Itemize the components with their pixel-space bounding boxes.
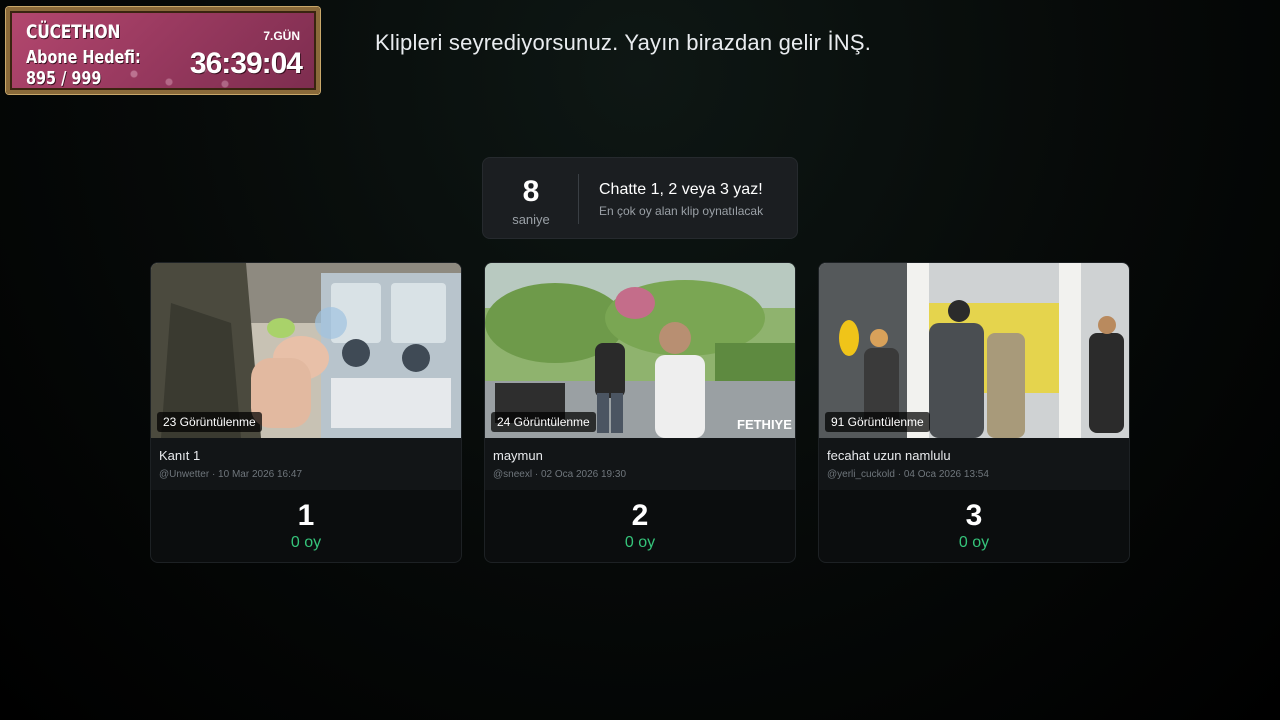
vote-number: 1 xyxy=(297,499,315,532)
divider xyxy=(578,174,579,224)
countdown-seconds: 8 xyxy=(522,175,540,208)
clip-card-3[interactable]: 91 Görüntülenme fecahat uzun namlulu @ye… xyxy=(818,262,1130,563)
vote-count: 0 oy xyxy=(290,534,322,551)
day-counter: 7.GÜN xyxy=(263,29,300,43)
vote-count: 0 oy xyxy=(958,534,990,551)
svg-text:FETHIYE: FETHIYE xyxy=(737,417,792,432)
subathon-widget: CÜCETHON Abone Hedefi: 895 / 999 7.GÜN 3… xyxy=(6,7,320,94)
vote-countdown-panel: 8 saniye Chatte 1, 2 veya 3 yaz! En çok … xyxy=(482,157,798,239)
clip-meta: maymun @sneexl · 02 Oca 2026 19:30 xyxy=(485,438,795,490)
subscriber-goal-label: Abone Hedefi: xyxy=(26,47,141,68)
clip-meta: Kanıt 1 @Unwetter · 10 Mar 2026 16:47 xyxy=(151,438,461,490)
view-count-badge: 91 Görüntülenme xyxy=(825,412,930,432)
subscriber-goal-count: 895 / 999 xyxy=(26,68,102,89)
clip-author-date: @Unwetter · 10 Mar 2026 16:47 xyxy=(159,469,303,480)
vote-number: 2 xyxy=(631,499,649,532)
vote-subtitle: En çok oy alan klip oynatılacak xyxy=(599,204,764,218)
vote-number: 3 xyxy=(965,499,983,532)
clip-title: maymun xyxy=(493,448,543,463)
view-count-badge: 24 Görüntülenme xyxy=(491,412,596,432)
vote-instruction: Chatte 1, 2 veya 3 yaz! xyxy=(599,181,763,198)
clip-author-date: @sneexl · 02 Oca 2026 19:30 xyxy=(493,469,627,480)
view-count-badge: 23 Görüntülenme xyxy=(157,412,262,432)
clip-card-1[interactable]: 23 Görüntülenme Kanıt 1 @Unwetter · 10 M… xyxy=(150,262,462,563)
headline-text: Klipleri seyrediyorsunuz. Yayın birazdan… xyxy=(375,30,872,55)
vote-count: 0 oy xyxy=(624,534,656,551)
widget-title: CÜCETHON xyxy=(26,21,121,43)
clip-author-date: @yerli_cuckold · 04 Oca 2026 13:54 xyxy=(827,469,989,480)
clip-title: fecahat uzun namlulu xyxy=(827,448,951,463)
countdown-unit: saniye xyxy=(512,212,550,227)
clip-meta: fecahat uzun namlulu @yerli_cuckold · 04… xyxy=(819,438,1129,490)
clip-options: 23 Görüntülenme Kanıt 1 @Unwetter · 10 M… xyxy=(150,262,1130,563)
clip-title: Kanıt 1 xyxy=(159,448,201,463)
countdown-timer: 36:39:04 xyxy=(189,47,303,80)
clip-card-2[interactable]: FETHIYE 24 Görüntülenme maymun @sneexl ·… xyxy=(484,262,796,563)
